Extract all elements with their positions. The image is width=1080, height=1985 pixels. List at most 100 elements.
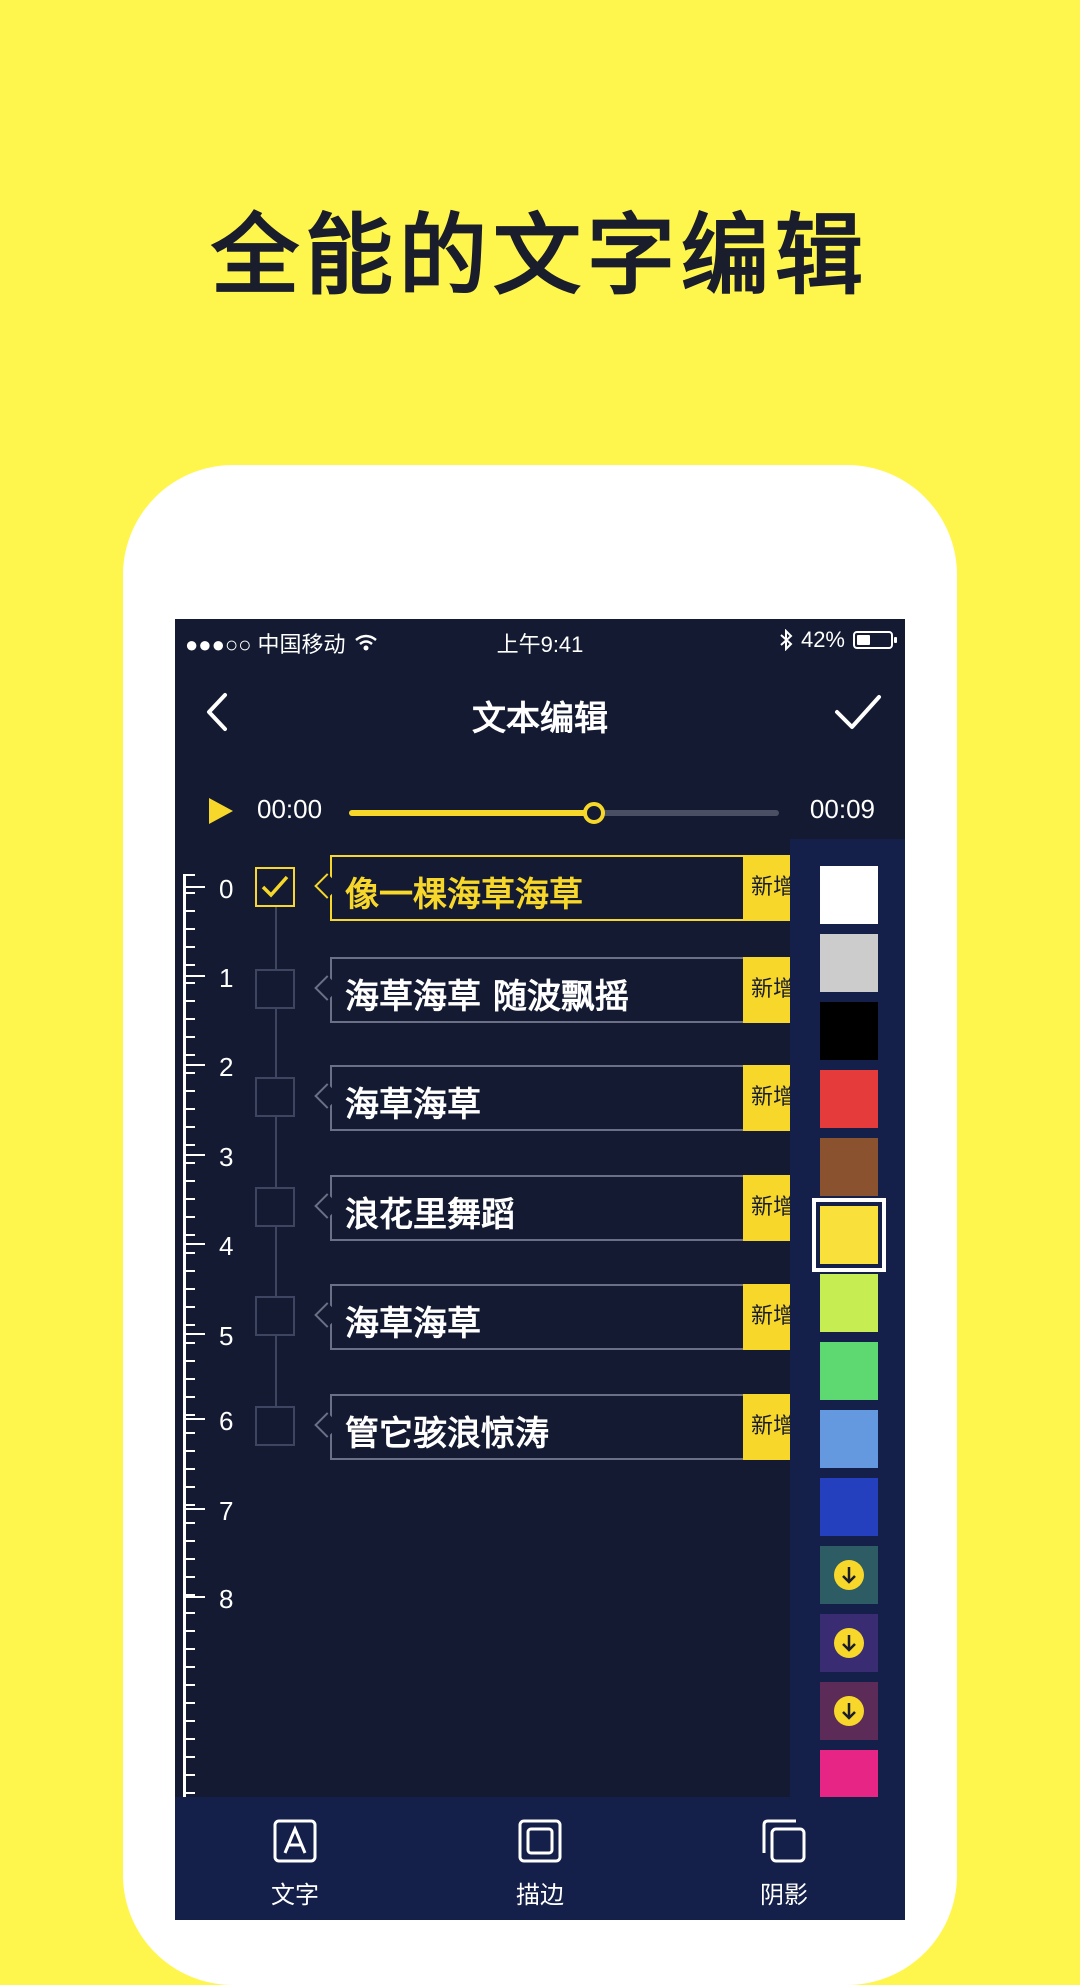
stroke-frame-icon	[518, 1819, 562, 1863]
ruler-minor-tick	[183, 1684, 195, 1686]
add-subtitle-button[interactable]: 新增	[743, 1284, 790, 1350]
ruler-minor-tick	[183, 1792, 195, 1794]
tab-stroke-label: 描边	[516, 1881, 564, 1909]
ruler-minor-tick	[183, 1504, 195, 1506]
ruler-minor-tick	[183, 1054, 195, 1056]
row-checkbox[interactable]	[255, 1406, 295, 1446]
download-icon	[834, 1696, 864, 1726]
subtitle-text: 管它骇浪惊涛	[345, 1414, 549, 1454]
subtitle-row[interactable]: 海草海草 随波飘摇 新增	[175, 957, 790, 1023]
battery-icon	[853, 631, 897, 649]
ruler-minor-tick	[183, 1486, 195, 1488]
color-swatch[interactable]	[820, 934, 878, 992]
slider-thumb[interactable]	[583, 802, 606, 824]
add-subtitle-button[interactable]: 新增	[743, 1394, 790, 1460]
ruler-minor-tick	[183, 928, 195, 930]
bluetooth-icon	[780, 629, 793, 651]
subtitle-text: 浪花里舞蹈	[345, 1195, 515, 1235]
ruler-minor-tick	[183, 1666, 195, 1668]
ruler-major-tick	[183, 1508, 205, 1510]
ruler-minor-tick	[183, 1036, 195, 1038]
ruler-label: 7	[219, 1496, 234, 1526]
ruler-minor-tick	[183, 1756, 195, 1758]
subtitle-text: 海草海草 随波飘摇	[345, 977, 629, 1017]
ruler-minor-tick	[183, 1720, 195, 1722]
color-swatch[interactable]	[820, 1138, 878, 1196]
total-time: 00:09	[809, 794, 875, 824]
tab-shadow[interactable]: 阴影	[724, 1817, 844, 1910]
row-checkbox[interactable]	[255, 1077, 295, 1117]
tab-text-label: 文字	[271, 1881, 319, 1909]
subtitle-row[interactable]: 像一棵海草海草 新增	[175, 855, 790, 921]
ruler-minor-tick	[183, 1360, 195, 1362]
color-swatch-download[interactable]	[820, 1614, 878, 1672]
subtitle-row[interactable]: 海草海草 新增	[175, 1284, 790, 1350]
row-checkbox[interactable]	[255, 1187, 295, 1227]
battery-percent: 42%	[800, 627, 845, 652]
add-subtitle-button[interactable]: 新增	[743, 957, 790, 1023]
color-swatch-download[interactable]	[820, 1546, 878, 1604]
play-icon[interactable]	[203, 794, 237, 828]
ruler-label: 8	[219, 1584, 234, 1614]
ruler-minor-tick	[183, 1594, 195, 1596]
progress-fill	[349, 810, 595, 816]
row-checkbox[interactable]	[255, 969, 295, 1009]
tab-text[interactable]: 文字	[235, 1817, 355, 1910]
color-swatch[interactable]	[820, 1070, 878, 1128]
tab-stroke[interactable]: 描边	[480, 1817, 600, 1910]
color-swatch[interactable]	[820, 1478, 878, 1536]
row-checkbox[interactable]	[255, 1296, 295, 1336]
ruler-minor-tick	[183, 1162, 195, 1164]
ruler-major-tick	[183, 1596, 205, 1598]
subtitle-text: 海草海草	[345, 1304, 481, 1344]
download-icon	[834, 1628, 864, 1658]
row-checkbox[interactable]	[255, 867, 295, 907]
add-subtitle-button[interactable]: 新增	[743, 1175, 790, 1241]
ruler-minor-tick	[183, 1270, 195, 1272]
page-title: 文本编辑	[472, 699, 608, 739]
nav-bar: 文本编辑	[175, 663, 905, 763]
ruler-minor-tick	[183, 1612, 195, 1614]
ruler-minor-tick	[183, 1468, 195, 1470]
add-subtitle-button[interactable]: 新增	[743, 1065, 790, 1131]
progress-slider[interactable]	[349, 802, 779, 824]
color-swatch[interactable]	[820, 1342, 878, 1400]
subtitle-row[interactable]: 浪花里舞蹈 新增	[175, 1175, 790, 1241]
tab-bar: 文字 描边 阴影	[175, 1797, 905, 1920]
add-subtitle-button[interactable]: 新增	[743, 855, 790, 921]
color-swatch[interactable]	[820, 866, 878, 924]
ruler-label: 3	[219, 1142, 234, 1172]
color-swatch[interactable]	[812, 1198, 886, 1272]
color-swatch[interactable]	[820, 1410, 878, 1468]
subtitle-row[interactable]: 管它骇浪惊涛 新增	[175, 1394, 790, 1460]
app-screen: ●●●○○ 中国移动 上午9:41 42% 文本编辑 00:00 00:09 0…	[175, 619, 905, 1920]
ruler-major-tick	[183, 1243, 205, 1245]
check-icon	[261, 875, 289, 898]
color-swatch[interactable]	[820, 1274, 878, 1332]
shadow-frame-icon	[762, 1819, 806, 1863]
subtitle-text: 海草海草	[345, 1085, 481, 1125]
subtitle-text: 像一棵海草海草	[345, 875, 583, 915]
ruler-minor-tick	[183, 1144, 195, 1146]
status-bar: ●●●○○ 中国移动 上午9:41 42%	[175, 619, 905, 663]
color-swatch-download[interactable]	[820, 1682, 878, 1740]
headline: 全能的文字编辑	[210, 204, 869, 307]
text-frame-icon	[273, 1819, 317, 1863]
ruler-minor-tick	[183, 1252, 195, 1254]
ruler-minor-tick	[183, 1648, 195, 1650]
ruler-minor-tick	[183, 1738, 195, 1740]
ruler-minor-tick	[183, 1540, 195, 1542]
color-swatch[interactable]	[820, 1002, 878, 1060]
ruler-minor-tick	[183, 1576, 195, 1578]
ruler-minor-tick	[183, 1378, 195, 1380]
ruler-minor-tick	[183, 1630, 195, 1632]
ruler-major-tick	[183, 1154, 205, 1156]
ruler-minor-tick	[183, 946, 195, 948]
subtitle-row[interactable]: 海草海草 新增	[175, 1065, 790, 1131]
current-time: 00:00	[257, 794, 323, 824]
checkmark-icon[interactable]	[831, 685, 885, 739]
ruler-minor-tick	[183, 1558, 195, 1560]
ruler-minor-tick	[183, 1774, 195, 1776]
ruler-minor-tick	[183, 1522, 195, 1524]
ruler-minor-tick	[183, 1702, 195, 1704]
